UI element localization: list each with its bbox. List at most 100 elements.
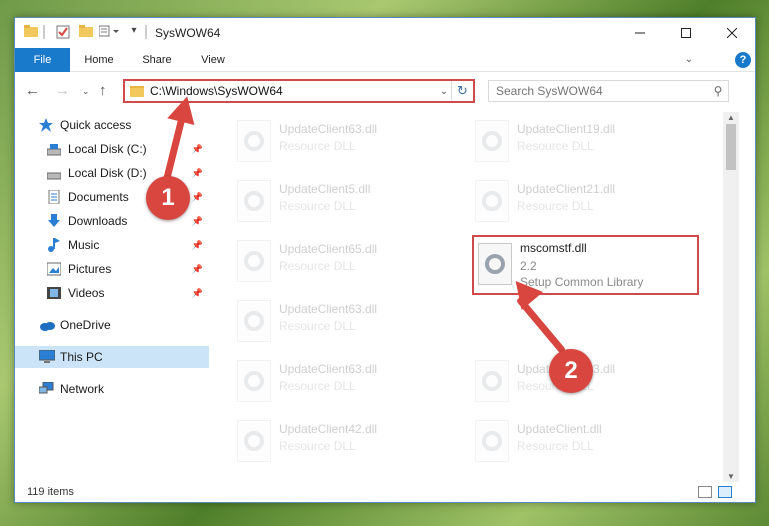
pin-icon[interactable]: 📌 <box>192 264 203 275</box>
search-input[interactable] <box>496 84 708 98</box>
file-description: Resource DLL <box>279 199 356 213</box>
sidebar-item-label: Videos <box>68 286 105 300</box>
scroll-down-icon[interactable]: ▼ <box>723 472 739 481</box>
file-description: Resource DLL <box>517 199 594 213</box>
file-description: Resource DLL <box>279 379 356 393</box>
file-list: UpdateClient63.dll Resource DLL UpdateCl… <box>215 112 723 482</box>
folder-icon <box>24 25 38 37</box>
scroll-up-icon[interactable]: ▲ <box>723 113 739 122</box>
file-description: Resource DLL <box>279 259 356 273</box>
vertical-scrollbar[interactable]: ▲ ▼ <box>723 112 739 482</box>
customize-toolbar-icon[interactable] <box>99 25 123 37</box>
sidebar-item-music[interactable]: Music 📌 <box>47 234 209 256</box>
music-note-icon <box>47 238 61 252</box>
separator <box>43 25 45 39</box>
search-icon[interactable]: ⚲ <box>708 84 728 98</box>
item-count: 119 items <box>27 486 74 498</box>
chevron-down-icon[interactable]: ⌄ <box>437 86 451 97</box>
new-folder-icon[interactable] <box>79 25 93 37</box>
file-name: UpdateClient63.dll <box>279 302 378 316</box>
file-item[interactable]: UpdateClient63.dll Resource DLL <box>231 116 461 168</box>
drive-icon <box>46 166 62 180</box>
sidebar-item-label: Local Disk (C:) <box>68 142 147 156</box>
file-name: UpdateClient.dll <box>517 422 602 436</box>
chevron-down-icon[interactable]: ⌄ <box>679 48 699 72</box>
status-bar: 119 items <box>15 482 755 502</box>
tab-view[interactable]: View <box>191 48 235 72</box>
up-arrow-icon[interactable]: ↑ <box>99 82 107 99</box>
download-icon <box>47 214 61 228</box>
navigation-pane: Quick access Local Disk (C:) 📌 Local Dis… <box>15 112 213 482</box>
file-name: mscomstf.dll <box>520 241 587 255</box>
sidebar-item-videos[interactable]: Videos 📌 <box>47 282 209 304</box>
file-item[interactable]: UpdateClient63.dll Resource DLL <box>231 356 461 408</box>
pin-icon[interactable]: 📌 <box>192 216 203 227</box>
file-description: Resource DLL <box>279 319 356 333</box>
details-view-icon[interactable] <box>698 486 712 498</box>
file-description: Resource DLL <box>279 139 356 153</box>
sidebar-item-downloads[interactable]: Downloads 📌 <box>47 210 209 232</box>
ribbon: File Home Share View ⌄ ? <box>15 48 755 72</box>
properties-icon[interactable] <box>55 25 71 39</box>
pin-icon[interactable]: 📌 <box>192 240 203 251</box>
pin-icon[interactable]: 📌 <box>192 144 203 155</box>
chevron-down-icon[interactable]: ▾ <box>129 25 139 36</box>
sidebar-item-label: Pictures <box>68 262 112 276</box>
sidebar-item-onedrive[interactable]: OneDrive <box>39 314 209 336</box>
file-item[interactable]: UpdateClient21.dll Resource DLL <box>469 176 699 228</box>
refresh-icon[interactable]: ↻ <box>451 81 473 101</box>
file-name: UpdateClient65.dll <box>279 242 378 256</box>
file-item[interactable]: UpdateClient65.dll Resource DLL <box>231 236 461 288</box>
help-button[interactable]: ? <box>735 52 751 68</box>
file-item[interactable]: UpdateClient.dll Resource DLL <box>469 416 699 468</box>
pin-icon[interactable]: 📌 <box>192 288 203 299</box>
tab-share[interactable]: Share <box>133 48 181 72</box>
address-path[interactable]: C:\Windows\SysWOW64 <box>150 84 437 98</box>
picture-icon <box>46 262 62 276</box>
tab-file[interactable]: File <box>15 48 70 72</box>
sidebar-item-label: Quick access <box>60 118 132 132</box>
sidebar-item-label: Documents <box>68 190 129 204</box>
pin-icon[interactable]: 📌 <box>192 192 203 203</box>
file-item[interactable]: UpdateClient42.dll Resource DLL <box>231 416 461 468</box>
minimize-button[interactable] <box>617 18 663 48</box>
sidebar-item-this-pc[interactable]: This PC <box>15 346 209 368</box>
sidebar-item-label: Network <box>60 382 105 396</box>
file-item-mscomstf[interactable]: mscomstf.dll 2.2 Setup Common Library <box>472 235 699 295</box>
dll-file-icon <box>237 300 271 342</box>
file-item[interactable]: UpdateClient63.dll Resource DLL <box>231 296 461 348</box>
tab-home[interactable]: Home <box>77 48 121 72</box>
maximize-button[interactable] <box>663 18 709 48</box>
scrollbar-thumb[interactable] <box>726 124 736 170</box>
sidebar-item-local-disk-c[interactable]: Local Disk (C:) 📌 <box>46 138 209 160</box>
dll-file-icon <box>237 420 271 462</box>
sidebar-item-label: This PC <box>60 350 103 364</box>
step-badge-1: 1 <box>146 176 190 220</box>
sidebar-item-label: Local Disk (D:) <box>68 166 147 180</box>
file-name: UpdateClient63.dll <box>279 122 378 136</box>
close-button[interactable] <box>709 18 755 48</box>
explorer-window: ▾ SysWOW64 File Home Share View ⌄ ? ← → … <box>14 17 756 503</box>
sidebar-item-pictures[interactable]: Pictures 📌 <box>46 258 209 280</box>
sidebar-item-label: Downloads <box>68 214 128 228</box>
back-arrow-icon[interactable]: ← <box>25 82 40 99</box>
dll-file-icon <box>237 120 271 162</box>
dll-file-icon <box>237 240 271 282</box>
file-description: Resource DLL <box>517 439 594 453</box>
chevron-down-icon[interactable]: ⌄ <box>82 86 90 97</box>
tiles-view-icon[interactable] <box>718 486 732 498</box>
search-box[interactable]: ⚲ <box>488 80 729 102</box>
file-item[interactable]: UpdateClient5.dll Resource DLL <box>231 176 461 228</box>
file-name: UpdateClient63.dll <box>279 362 378 376</box>
file-description: Resource DLL <box>517 139 594 153</box>
pin-icon[interactable]: 📌 <box>192 168 203 179</box>
document-icon <box>47 189 61 205</box>
forward-arrow-icon[interactable]: → <box>55 82 70 99</box>
computer-icon <box>38 349 56 364</box>
file-item[interactable]: UpdateClient19.dll Resource DLL <box>469 116 699 168</box>
dll-file-icon <box>237 360 271 402</box>
sidebar-item-local-disk-d[interactable]: Local Disk (D:) 📌 <box>46 162 209 184</box>
file-version: 2.2 <box>520 259 537 273</box>
sidebar-item-network[interactable]: Network <box>38 378 209 400</box>
dll-file-icon <box>475 420 509 462</box>
